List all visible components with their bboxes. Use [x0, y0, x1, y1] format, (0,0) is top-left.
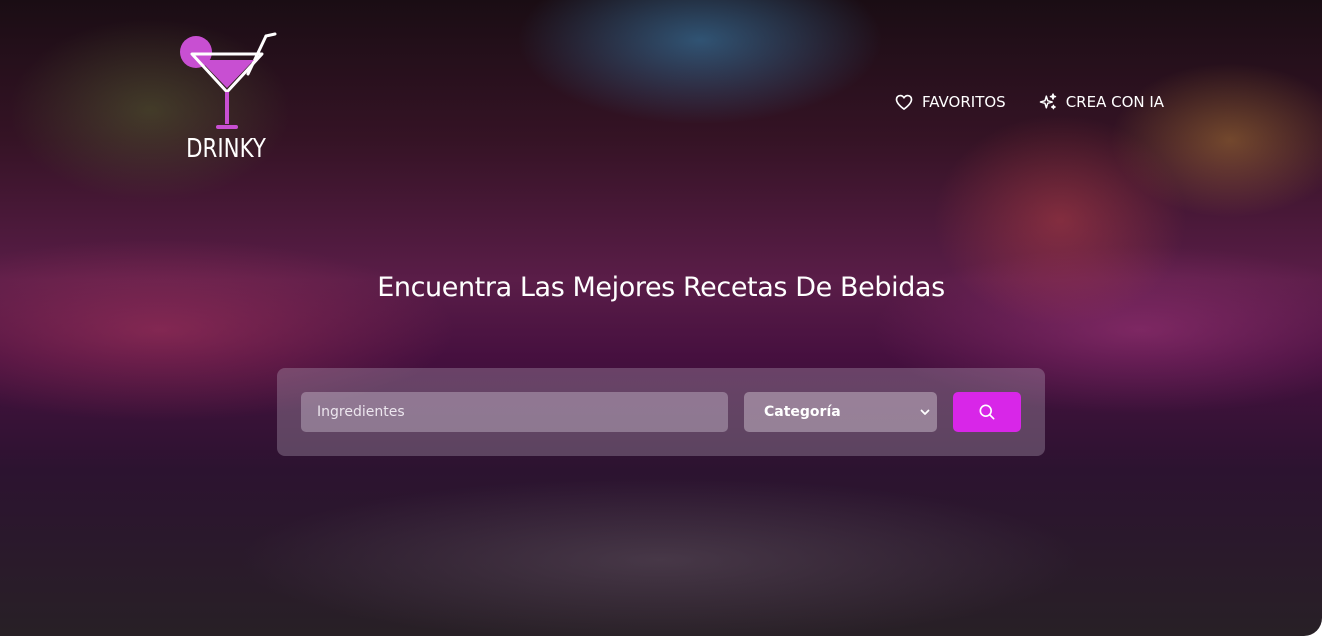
ingredients-input[interactable]	[301, 392, 728, 432]
nav-favorites-link[interactable]: FAVORITOS	[894, 92, 1006, 112]
nav-create-ai-link[interactable]: CREA CON IA	[1038, 92, 1164, 112]
brand-logo[interactable]: DRINKY	[170, 30, 282, 170]
sparkles-icon	[1038, 92, 1058, 112]
brand-name: DRINKY	[186, 134, 266, 164]
category-select-value: Categoría	[764, 404, 841, 420]
main-nav: FAVORITOS CREA CON IA	[894, 90, 1164, 114]
search-icon	[977, 402, 997, 422]
search-button[interactable]	[953, 392, 1021, 432]
chevron-down-icon	[919, 406, 931, 418]
heart-icon	[894, 92, 914, 112]
search-form: Categoría	[277, 368, 1045, 456]
page-title: Encuentra Las Mejores Recetas De Bebidas	[377, 272, 945, 303]
hero-section: DRINKY FAVORITOS CREA CON IA Encuentra L…	[0, 0, 1322, 636]
nav-favorites-label: FAVORITOS	[922, 93, 1006, 111]
cocktail-glass-icon	[180, 32, 277, 129]
category-select[interactable]: Categoría	[744, 392, 937, 432]
nav-create-ai-label: CREA CON IA	[1065, 93, 1165, 111]
